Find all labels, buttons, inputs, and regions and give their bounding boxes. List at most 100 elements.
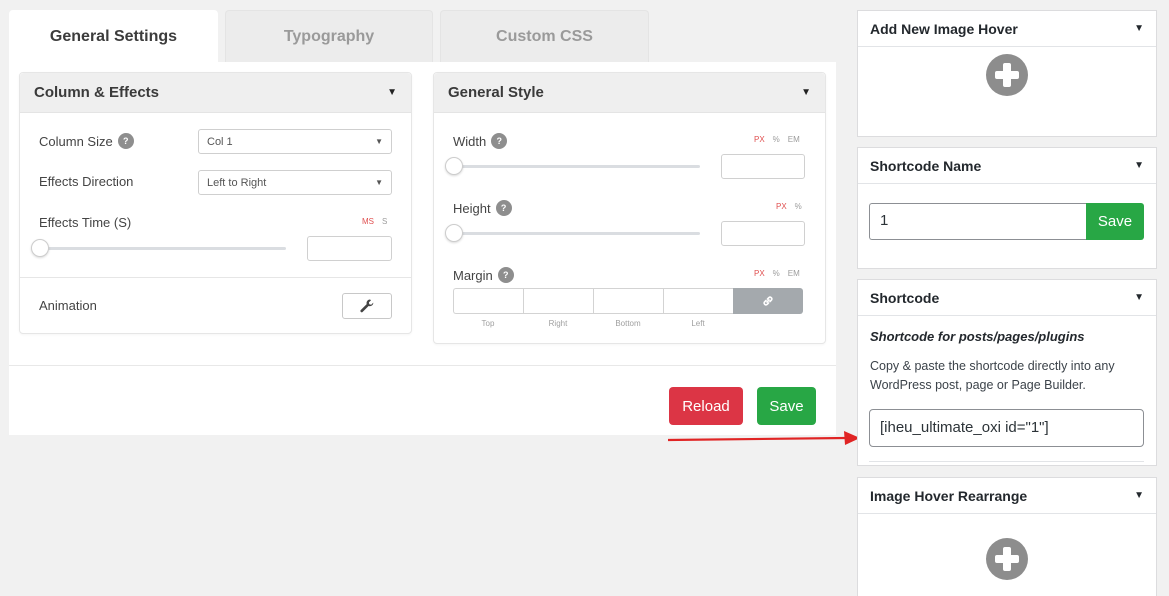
- rearrange-title: Image Hover Rearrange: [870, 487, 1028, 504]
- add-circle-icon[interactable]: [986, 54, 1028, 96]
- margin-label: Margin ?: [453, 267, 514, 283]
- width-slider-handle[interactable]: [445, 157, 463, 175]
- caret-down-icon: ▼: [1134, 23, 1144, 34]
- unit-px[interactable]: PX: [776, 202, 787, 211]
- effects-direction-value: Left to Right: [207, 176, 267, 189]
- tab-general-settings[interactable]: General Settings: [9, 10, 218, 62]
- general-style-panel: General Style ▼ Width ? PX % EM Height ?…: [433, 72, 826, 344]
- shortcode-box: Shortcode ▼ Shortcode for posts/pages/pl…: [857, 279, 1157, 466]
- add-new-image-hover-box: Add New Image Hover ▼: [857, 10, 1157, 137]
- column-size-select[interactable]: Col 1 ▼: [198, 129, 392, 154]
- chevron-down-icon: ▼: [375, 178, 383, 187]
- shortcode-name-title: Shortcode Name: [870, 157, 982, 174]
- general-style-title: General Style: [448, 84, 544, 101]
- tab-typography[interactable]: Typography: [225, 10, 433, 62]
- effects-direction-select[interactable]: Left to Right ▼: [198, 170, 392, 195]
- reload-button[interactable]: Reload: [669, 387, 743, 425]
- shortcode-field[interactable]: [iheu_ultimate_oxi id="1"]: [869, 409, 1144, 447]
- width-input[interactable]: [721, 154, 805, 179]
- height-label: Height ?: [453, 200, 512, 216]
- link-values-button[interactable]: [733, 288, 803, 314]
- margin-text: Margin: [453, 267, 493, 283]
- animation-settings-button[interactable]: [342, 293, 392, 319]
- margin-units: PX % EM: [754, 269, 800, 278]
- add-new-title: Add New Image Hover: [870, 20, 1018, 37]
- unit-ms[interactable]: MS: [362, 217, 374, 226]
- caret-down-icon: ▼: [387, 87, 397, 98]
- caret-down-icon: ▼: [1134, 490, 1144, 501]
- margin-left-input[interactable]: [663, 288, 733, 314]
- effects-time-input[interactable]: [307, 236, 392, 261]
- rearrange-header[interactable]: Image Hover Rearrange ▼: [858, 478, 1156, 514]
- chevron-down-icon: ▼: [375, 137, 383, 146]
- column-size-text: Column Size: [39, 133, 113, 149]
- save-button[interactable]: Save: [757, 387, 816, 425]
- caret-down-icon: ▼: [801, 87, 811, 98]
- unit-percent[interactable]: %: [795, 202, 802, 211]
- unit-px[interactable]: PX: [754, 135, 765, 144]
- effects-time-label: Effects Time (S): [39, 215, 131, 230]
- wrench-icon: [360, 299, 374, 313]
- add-circle-icon[interactable]: [986, 538, 1028, 580]
- column-size-value: Col 1: [207, 135, 233, 148]
- margin-right-label: Right: [548, 319, 568, 328]
- height-slider[interactable]: [453, 232, 700, 235]
- height-text: Height: [453, 200, 491, 216]
- unit-em[interactable]: EM: [788, 135, 800, 144]
- help-icon[interactable]: ?: [117, 133, 134, 149]
- width-units: PX % EM: [754, 135, 800, 144]
- settings-editor: Column & Effects ▼ Column Size ? Col 1 ▼…: [9, 62, 836, 435]
- image-hover-rearrange-box: Image Hover Rearrange ▼: [857, 477, 1157, 596]
- effects-time-slider[interactable]: [39, 247, 286, 250]
- effects-time-units: MS S: [362, 217, 387, 226]
- margin-top-input[interactable]: [453, 288, 523, 314]
- unit-s[interactable]: S: [382, 217, 387, 226]
- width-label: Width ?: [453, 133, 508, 149]
- margin-left-label: Left: [691, 319, 705, 328]
- footer-divider: [9, 365, 836, 366]
- caret-down-icon: ▼: [1134, 160, 1144, 171]
- height-units: PX %: [776, 202, 802, 211]
- width-text: Width: [453, 133, 487, 149]
- tab-custom-css[interactable]: Custom CSS: [440, 10, 649, 62]
- margin-bottom-input[interactable]: [593, 288, 663, 314]
- column-effects-panel: Column & Effects ▼ Column Size ? Col 1 ▼…: [19, 72, 412, 334]
- general-style-header[interactable]: General Style ▼: [434, 73, 825, 113]
- annotation-arrow-icon: [667, 431, 860, 445]
- unit-px[interactable]: PX: [754, 269, 765, 278]
- effects-direction-label: Effects Direction: [39, 174, 133, 189]
- unit-percent[interactable]: %: [773, 135, 780, 144]
- divider: [20, 277, 411, 278]
- shortcode-subtitle: Shortcode for posts/pages/plugins: [870, 329, 1085, 344]
- shortcode-name-box: Shortcode Name ▼ 1 Save: [857, 147, 1157, 269]
- column-effects-header[interactable]: Column & Effects ▼: [20, 73, 411, 113]
- width-slider[interactable]: [453, 165, 700, 168]
- column-size-label: Column Size ?: [39, 133, 134, 149]
- margin-inputs: [453, 288, 803, 314]
- unit-percent[interactable]: %: [773, 269, 780, 278]
- settings-tabs: General Settings Typography Custom CSS: [9, 10, 649, 62]
- effects-time-text: Effects Time (S): [39, 215, 132, 230]
- help-icon[interactable]: ?: [495, 200, 512, 216]
- divider: [869, 461, 1144, 462]
- margin-top-label: Top: [481, 319, 495, 328]
- column-effects-title: Column & Effects: [34, 84, 160, 101]
- margin-side-labels: Top Right Bottom Left: [453, 319, 733, 328]
- margin-right-input[interactable]: [523, 288, 593, 314]
- shortcode-name-save-button[interactable]: Save: [1086, 203, 1144, 240]
- effects-direction-text: Effects Direction: [39, 174, 134, 189]
- shortcode-name-input[interactable]: 1: [869, 203, 1087, 240]
- shortcode-name-header[interactable]: Shortcode Name ▼: [858, 148, 1156, 184]
- shortcode-header[interactable]: Shortcode ▼: [858, 280, 1156, 316]
- link-icon: [763, 296, 773, 306]
- add-new-header[interactable]: Add New Image Hover ▼: [858, 11, 1156, 47]
- unit-em[interactable]: EM: [788, 269, 800, 278]
- shortcode-description: Copy & paste the shortcode directly into…: [870, 359, 1115, 392]
- animation-label: Animation: [39, 298, 97, 313]
- effects-time-slider-handle[interactable]: [31, 239, 49, 257]
- help-icon[interactable]: ?: [497, 267, 514, 283]
- height-input[interactable]: [721, 221, 805, 246]
- help-icon[interactable]: ?: [491, 133, 508, 149]
- caret-down-icon: ▼: [1134, 292, 1144, 303]
- height-slider-handle[interactable]: [445, 224, 463, 242]
